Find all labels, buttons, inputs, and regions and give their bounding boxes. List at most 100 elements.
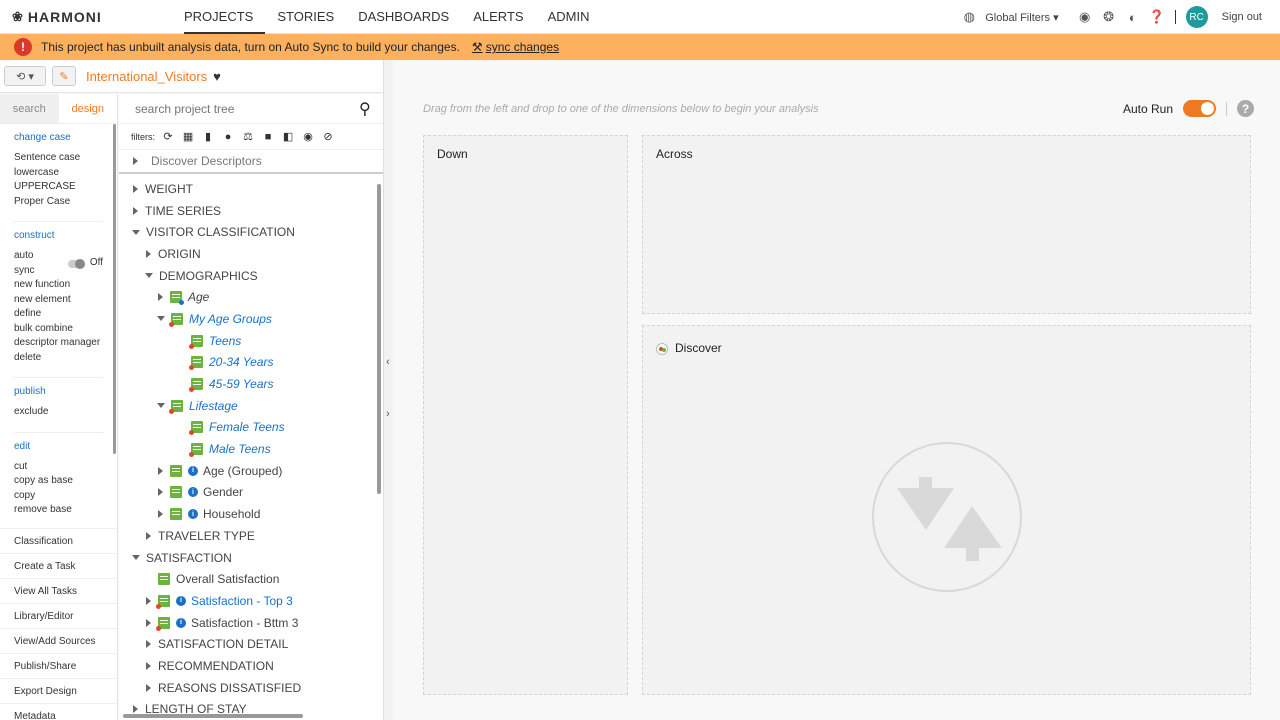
- info-icon[interactable]: i: [188, 465, 198, 476]
- tree-node-traveler-type[interactable]: TRAVELER TYPE: [119, 525, 383, 547]
- nav-stories[interactable]: STORIES: [265, 0, 346, 34]
- eye-filter-icon[interactable]: ◉: [301, 130, 315, 143]
- eye-slash-filter-icon[interactable]: ⊘: [321, 130, 335, 143]
- tree-node-recommendation[interactable]: RECOMMENDATION: [119, 655, 383, 677]
- tree-horizontal-scrollbar[interactable]: [123, 714, 303, 718]
- pin-filter-icon[interactable]: ●: [221, 131, 235, 143]
- tree-node-time-series[interactable]: TIME SERIES: [119, 200, 383, 222]
- change-case-head[interactable]: change case: [14, 132, 103, 143]
- cut-item[interactable]: cut: [14, 460, 103, 475]
- remove-base-item[interactable]: remove base: [14, 503, 103, 518]
- history-button[interactable]: ⟲ ▾: [4, 66, 46, 86]
- lowercase-item[interactable]: lowercase: [14, 166, 103, 181]
- discover-descriptors-row[interactable]: Discover Descriptors: [119, 150, 383, 174]
- tree-node-teens[interactable]: Teens: [119, 330, 383, 352]
- brain-icon[interactable]: ❂: [1101, 9, 1117, 25]
- refresh-filter-icon[interactable]: ⟳: [161, 130, 175, 143]
- tree-search-input[interactable]: [135, 101, 355, 116]
- tree-node-demographics[interactable]: DEMOGRAPHICS: [119, 265, 383, 287]
- auto-sync-toggle[interactable]: [68, 258, 85, 269]
- across-drop-zone[interactable]: Across: [642, 135, 1251, 314]
- delete-item[interactable]: delete: [14, 351, 103, 366]
- nav-alerts[interactable]: ALERTS: [461, 0, 535, 34]
- tree-node-lifestage[interactable]: Lifestage: [119, 395, 383, 417]
- edit-head[interactable]: edit: [14, 441, 103, 452]
- define-item[interactable]: define: [14, 307, 103, 322]
- tree-vertical-scrollbar[interactable]: [377, 184, 381, 494]
- search-icon[interactable]: ⚲: [359, 99, 371, 119]
- tree-node-satisfaction-detail[interactable]: SATISFACTION DETAIL: [119, 633, 383, 655]
- bulk-combine-item[interactable]: bulk combine: [14, 322, 103, 337]
- tab-search[interactable]: search: [0, 94, 59, 123]
- publish-head[interactable]: publish: [14, 386, 103, 397]
- metadata-link[interactable]: Metadata: [0, 702, 117, 720]
- nav-projects[interactable]: PROJECTS: [184, 0, 266, 34]
- sync-changes-link[interactable]: ⚒ sync changes: [472, 40, 559, 54]
- auto-run-toggle[interactable]: [1183, 100, 1216, 117]
- tree-node-45-59-years[interactable]: 45-59 Years: [119, 373, 383, 395]
- nav-dashboards[interactable]: DASHBOARDS: [346, 0, 461, 34]
- view-add-sources-link[interactable]: View/Add Sources: [0, 627, 117, 653]
- heart-icon[interactable]: ♥: [213, 69, 221, 84]
- tree-node-origin[interactable]: ORIGIN: [119, 243, 383, 265]
- expand-right-icon[interactable]: ›: [386, 408, 390, 420]
- grid-filter-icon[interactable]: ▦: [181, 130, 195, 143]
- tree-node-20-34-years[interactable]: 20-34 Years: [119, 352, 383, 374]
- tree-node-age[interactable]: Age: [119, 286, 383, 308]
- descriptor-manager-item[interactable]: descriptor manager: [14, 336, 103, 351]
- column-filter-icon[interactable]: ▮: [201, 130, 215, 143]
- info-icon[interactable]: i: [176, 595, 186, 606]
- copy-item[interactable]: copy: [14, 489, 103, 504]
- tree-node-overall-satisfaction[interactable]: Overall Satisfaction: [119, 568, 383, 590]
- tab-design[interactable]: design: [58, 94, 117, 123]
- info-icon[interactable]: i: [188, 487, 198, 498]
- tree-node-satisfaction-top-3[interactable]: i Satisfaction - Top 3: [119, 590, 383, 612]
- tree-node-satisfaction[interactable]: SATISFACTION: [119, 547, 383, 569]
- tree-node-visitor-classification[interactable]: VISITOR CLASSIFICATION: [119, 221, 383, 243]
- down-drop-zone[interactable]: Down: [423, 135, 628, 695]
- project-name[interactable]: International_Visitors: [86, 69, 207, 84]
- left-scrollbar[interactable]: [113, 124, 116, 454]
- tree-node-male-teens[interactable]: Male Teens: [119, 438, 383, 460]
- tree-node-my-age-groups[interactable]: My Age Groups: [119, 308, 383, 330]
- exclude-item[interactable]: exclude: [14, 405, 103, 420]
- library-editor-link[interactable]: Library/Editor: [0, 602, 117, 628]
- eye-icon[interactable]: ◉: [1077, 9, 1093, 25]
- tree-node-reasons-dissatisfied[interactable]: REASONS DISSATISFIED: [119, 677, 383, 699]
- nav-admin[interactable]: ADMIN: [536, 0, 602, 34]
- edit-button[interactable]: ✎: [52, 66, 76, 86]
- tree-node-weight[interactable]: WEIGHT: [119, 178, 383, 200]
- publish-share-link[interactable]: Publish/Share: [0, 652, 117, 678]
- sentence-case-item[interactable]: Sentence case: [14, 151, 103, 166]
- tree-node-satisfaction-bttm-3[interactable]: i Satisfaction - Bttm 3: [119, 612, 383, 634]
- create-task-link[interactable]: Create a Task: [0, 552, 117, 578]
- info-icon[interactable]: i: [188, 509, 198, 520]
- folder-filter-icon[interactable]: ■: [261, 131, 275, 143]
- construct-head[interactable]: construct: [14, 230, 103, 241]
- avatar[interactable]: RC: [1185, 6, 1208, 28]
- classification-link[interactable]: Classification: [0, 527, 117, 553]
- info-icon[interactable]: i: [176, 617, 186, 628]
- new-function-item[interactable]: new function: [14, 278, 103, 293]
- tree-node-age-grouped[interactable]: i Age (Grouped): [119, 460, 383, 482]
- discover-drop-zone[interactable]: Discover: [642, 325, 1251, 695]
- global-filters-button[interactable]: Global Filters ▾: [985, 11, 1058, 24]
- view-all-tasks-link[interactable]: View All Tasks: [0, 577, 117, 603]
- panel-splitter[interactable]: ‹ ›: [383, 60, 393, 720]
- tree-node-household[interactable]: i Household: [119, 503, 383, 525]
- help-icon[interactable]: ?: [1237, 100, 1254, 117]
- export-design-link[interactable]: Export Design: [0, 677, 117, 703]
- collapse-left-icon[interactable]: ‹: [386, 356, 390, 368]
- new-element-item[interactable]: new element: [14, 293, 103, 308]
- hierarchy-filter-icon[interactable]: ◧: [281, 130, 295, 143]
- tree-node-gender[interactable]: i Gender: [119, 482, 383, 504]
- copy-as-base-item[interactable]: copy as base: [14, 474, 103, 489]
- sign-out-link[interactable]: Sign out: [1222, 11, 1262, 23]
- tree-node-female-teens[interactable]: Female Teens: [119, 417, 383, 439]
- help-icon[interactable]: ❓: [1149, 9, 1165, 25]
- brand-logo[interactable]: ❀ HARMONI: [12, 9, 102, 25]
- uppercase-item[interactable]: UPPERCASE: [14, 180, 103, 195]
- balance-filter-icon[interactable]: ⚖: [241, 130, 255, 143]
- contrast-icon[interactable]: ◐: [1125, 9, 1141, 25]
- proper-case-item[interactable]: Proper Case: [14, 195, 103, 210]
